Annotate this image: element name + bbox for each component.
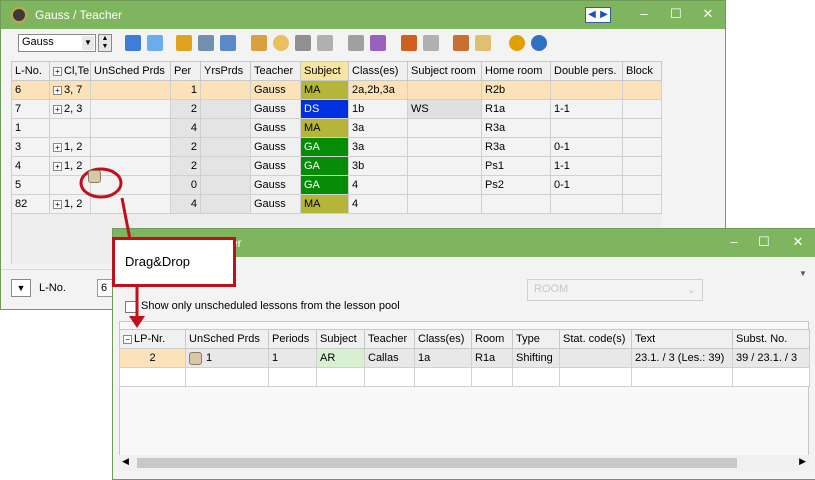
drag-source-hand-icon xyxy=(88,170,101,183)
callout-label: Drag&Drop xyxy=(125,254,191,269)
drag-arrow-head-icon xyxy=(129,316,145,328)
drag-drop-callout: Drag&Drop xyxy=(112,237,236,287)
drag-source-highlight xyxy=(79,167,123,199)
